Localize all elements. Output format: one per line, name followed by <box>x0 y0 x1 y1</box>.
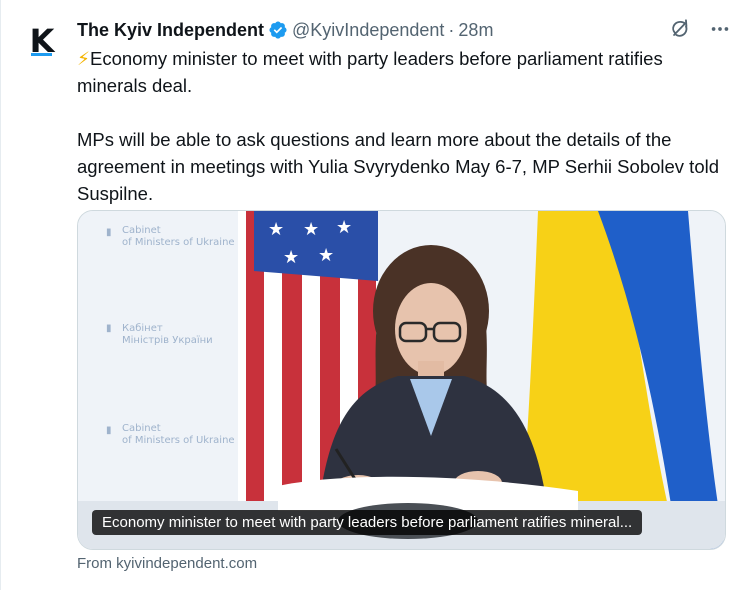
avatar[interactable]: K <box>19 20 65 66</box>
backdrop-text-cabinet-2: Cabinet <box>122 423 161 434</box>
avatar-logo-underline <box>31 53 52 56</box>
backdrop-text-cabinet-1: Cabinet <box>122 225 161 236</box>
tweet[interactable]: K The Kyiv Independent @KyivIndependent … <box>0 0 751 590</box>
tweet-paragraph-2: MPs will be able to ask questions and le… <box>77 129 720 204</box>
svg-text:▮: ▮ <box>106 227 112 238</box>
tweet-text: ⚡Economy minister to meet with party lea… <box>77 45 727 207</box>
tweet-paragraph-1-text: Economy minister to meet with party lead… <box>77 48 663 96</box>
tweet-paragraph-1: ⚡Economy minister to meet with party lea… <box>77 45 727 99</box>
more-icon <box>711 27 729 31</box>
svg-text:★: ★ <box>318 245 334 265</box>
backdrop-text-ministers-ua-1: Міністрів України <box>122 334 213 346</box>
card-caption: Economy minister to meet with party lead… <box>92 510 643 535</box>
backdrop-text-cabinet-ua-1: Кабінет <box>122 322 163 334</box>
verified-badge-icon[interactable] <box>268 20 288 40</box>
lightning-icon: ⚡ <box>77 48 90 69</box>
svg-text:★: ★ <box>303 219 319 239</box>
svg-text:★: ★ <box>268 219 284 239</box>
tweet-header: The Kyiv Independent @KyivIndependent · … <box>77 18 731 42</box>
timestamp[interactable]: 28m <box>458 20 493 41</box>
backdrop-text-ministers-2: of Ministers of Ukraine <box>122 435 235 446</box>
grok-icon <box>672 19 688 37</box>
backdrop-text-ministers-1: of Ministers of Ukraine <box>122 237 235 248</box>
svg-text:▮: ▮ <box>106 425 112 436</box>
author-handle[interactable]: @KyivIndependent <box>292 20 444 41</box>
svg-text:▮: ▮ <box>106 323 112 334</box>
svg-text:★: ★ <box>336 217 352 237</box>
grok-button[interactable] <box>669 18 691 40</box>
tweet-actions <box>669 18 731 40</box>
separator-dot: · <box>448 19 455 40</box>
card-image: ▮ Cabinet of Ministers of Ukraine ▮ Кабі… <box>78 211 725 549</box>
card-source-link[interactable]: From kyivindependent.com <box>77 555 257 572</box>
link-card[interactable]: ▮ Cabinet of Ministers of Ukraine ▮ Кабі… <box>77 210 726 550</box>
more-button[interactable] <box>709 18 731 40</box>
svg-text:★: ★ <box>283 247 299 267</box>
author-name[interactable]: The Kyiv Independent <box>77 20 264 41</box>
